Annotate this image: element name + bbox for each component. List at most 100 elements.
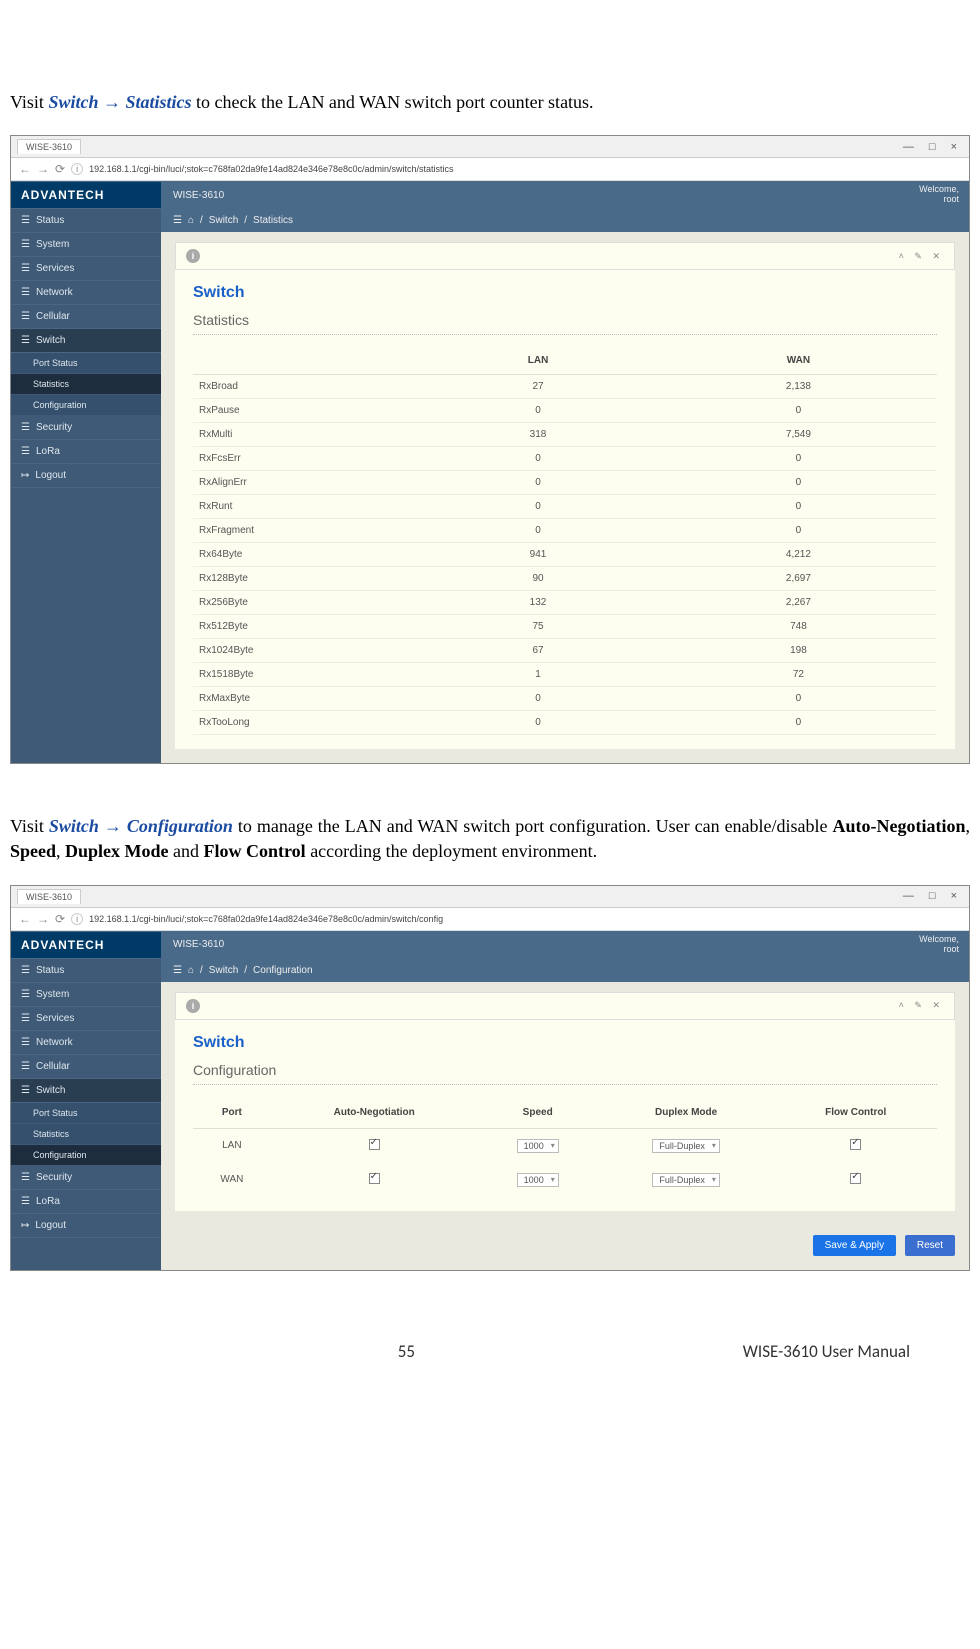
menu-icon: ☰ xyxy=(21,1061,30,1072)
sidebar-item-status[interactable]: ☰Status xyxy=(11,959,161,983)
sidebar-item-status[interactable]: ☰Status xyxy=(11,209,161,233)
reload-icon[interactable]: ⟳ xyxy=(55,162,65,176)
menu-icon: ☰ xyxy=(21,263,30,274)
flow-control-checkbox[interactable] xyxy=(850,1139,861,1150)
info-icon: i xyxy=(186,999,200,1013)
panel-configuration: Switch Configuration Port Auto-Negotiati… xyxy=(175,1020,955,1211)
menu-icon: ☰ xyxy=(21,1085,30,1096)
flow-control-checkbox[interactable] xyxy=(850,1173,861,1184)
sidebar-item-system[interactable]: ☰System xyxy=(11,983,161,1007)
configuration-table: Port Auto-Negotiation Speed Duplex Mode … xyxy=(193,1097,937,1197)
sidebar-sub-statistics[interactable]: Statistics xyxy=(11,374,161,395)
device-name: WISE-3610 xyxy=(161,190,236,201)
auto-neg-checkbox[interactable] xyxy=(369,1173,380,1184)
page-footer: 55 WISE-3610 User Manual xyxy=(10,1281,970,1362)
sidebar-sub-port-status[interactable]: Port Status xyxy=(11,353,161,374)
sidebar-item-system[interactable]: ☰System xyxy=(11,233,161,257)
sidebar-item-switch[interactable]: ☰Switch xyxy=(11,329,161,353)
duplex-select[interactable]: Full-Duplex xyxy=(652,1173,720,1187)
panel-title: Switch xyxy=(193,1034,937,1052)
menu-icon: ☰ xyxy=(21,287,30,298)
sidebar-item-network[interactable]: ☰Network xyxy=(11,281,161,305)
sidebar-item-security[interactable]: ☰Security xyxy=(11,416,161,440)
panel-controls[interactable]: ˄ ✎ ✕ xyxy=(899,1000,944,1011)
speed-select[interactable]: 1000 xyxy=(517,1139,559,1153)
sidebar-item-network[interactable]: ☰Network xyxy=(11,1031,161,1055)
intro-paragraph-2: Visit Switch → Configuration to manage t… xyxy=(10,814,970,864)
address-bar: ← → ⟳ i 192.168.1.1/cgi-bin/luci/;stok=c… xyxy=(11,908,969,931)
welcome-text: Welcome,root xyxy=(909,185,969,205)
browser-tab-bar: WISE-3610 — □ × xyxy=(11,886,969,908)
sidebar-item-lora[interactable]: ☰LoRa xyxy=(11,440,161,464)
table-row: RxRunt00 xyxy=(193,495,937,519)
table-row: Rx512Byte75748 xyxy=(193,615,937,639)
url-field[interactable]: 192.168.1.1/cgi-bin/luci/;stok=c768fa02d… xyxy=(89,164,961,174)
menu-icon[interactable]: ☰ xyxy=(173,215,182,226)
menu-icon[interactable]: ☰ xyxy=(173,965,182,976)
browser-tab[interactable]: WISE-3610 xyxy=(17,139,81,154)
save-apply-button[interactable]: Save & Apply xyxy=(813,1235,896,1256)
home-icon[interactable]: ⌂ xyxy=(188,215,194,226)
reset-button[interactable]: Reset xyxy=(905,1235,955,1256)
panel-title: Switch xyxy=(193,284,937,302)
browser-tab-bar: WISE-3610 — □ × xyxy=(11,136,969,158)
auto-neg-checkbox[interactable] xyxy=(369,1139,380,1150)
table-row: RxAlignErr00 xyxy=(193,471,937,495)
table-row: Rx1518Byte172 xyxy=(193,663,937,687)
sidebar-item-services[interactable]: ☰Services xyxy=(11,1007,161,1031)
table-row: Rx256Byte1322,267 xyxy=(193,591,937,615)
button-row: Save & Apply Reset xyxy=(161,1225,969,1270)
table-row: RxFragment00 xyxy=(193,519,937,543)
sidebar-item-cellular[interactable]: ☰Cellular xyxy=(11,305,161,329)
welcome-text: Welcome,root xyxy=(909,935,969,955)
info-bar: i ˄ ✎ ✕ xyxy=(175,992,955,1020)
back-icon[interactable]: ← xyxy=(19,162,31,176)
home-icon[interactable]: ⌂ xyxy=(188,965,194,976)
sidebar-item-logout[interactable]: ↦Logout xyxy=(11,1214,161,1238)
menu-icon: ☰ xyxy=(21,1037,30,1048)
sidebar: ☰Status ☰System ☰Services ☰Network ☰Cell… xyxy=(11,209,161,763)
manual-title: WISE-3610 User Manual xyxy=(743,1341,910,1362)
breadcrumb: ☰ ⌂ / Switch / Configuration xyxy=(161,959,969,982)
url-field[interactable]: 192.168.1.1/cgi-bin/luci/;stok=c768fa02d… xyxy=(89,914,961,924)
window-controls[interactable]: — □ × xyxy=(903,890,963,902)
window-controls[interactable]: — □ × xyxy=(903,141,963,153)
intro-paragraph-1: Visit Switch → Statistics to check the L… xyxy=(10,90,970,115)
sidebar-sub-port-status[interactable]: Port Status xyxy=(11,1103,161,1124)
table-row: RxFcsErr00 xyxy=(193,447,937,471)
table-row: LAN1000Full-Duplex xyxy=(193,1128,937,1163)
reload-icon[interactable]: ⟳ xyxy=(55,912,65,926)
speed-select[interactable]: 1000 xyxy=(517,1173,559,1187)
sidebar-item-lora[interactable]: ☰LoRa xyxy=(11,1190,161,1214)
table-row: RxBroad272,138 xyxy=(193,375,937,399)
panel-controls[interactable]: ˄ ✎ ✕ xyxy=(899,251,944,262)
app-header: ADVANTECH WISE-3610 Welcome,root xyxy=(11,931,969,959)
sidebar-sub-statistics[interactable]: Statistics xyxy=(11,1124,161,1145)
forward-icon[interactable]: → xyxy=(37,912,49,926)
menu-icon: ☰ xyxy=(21,1172,30,1183)
menu-icon: ☰ xyxy=(21,965,30,976)
table-row: Rx1024Byte67198 xyxy=(193,639,937,663)
sidebar-sub-configuration[interactable]: Configuration xyxy=(11,395,161,416)
sidebar-item-logout[interactable]: ↦Logout xyxy=(11,464,161,488)
logout-icon: ↦ xyxy=(21,1220,29,1231)
table-row: Rx128Byte902,697 xyxy=(193,567,937,591)
menu-icon: ☰ xyxy=(21,215,30,226)
sidebar-item-switch[interactable]: ☰Switch xyxy=(11,1079,161,1103)
table-row: WAN1000Full-Duplex xyxy=(193,1163,937,1197)
browser-tab[interactable]: WISE-3610 xyxy=(17,889,81,904)
sidebar-item-services[interactable]: ☰Services xyxy=(11,257,161,281)
menu-icon: ☰ xyxy=(21,989,30,1000)
duplex-select[interactable]: Full-Duplex xyxy=(652,1139,720,1153)
forward-icon[interactable]: → xyxy=(37,162,49,176)
screenshot-configuration: WISE-3610 — □ × ← → ⟳ i 192.168.1.1/cgi-… xyxy=(10,885,970,1271)
info-icon[interactable]: i xyxy=(71,913,83,925)
brand-logo: ADVANTECH xyxy=(11,182,161,208)
panel-subtitle: Configuration xyxy=(193,1062,937,1085)
info-icon[interactable]: i xyxy=(71,163,83,175)
sidebar-item-security[interactable]: ☰Security xyxy=(11,1166,161,1190)
menu-icon: ☰ xyxy=(21,1196,30,1207)
back-icon[interactable]: ← xyxy=(19,912,31,926)
sidebar-sub-configuration[interactable]: Configuration xyxy=(11,1145,161,1166)
sidebar-item-cellular[interactable]: ☰Cellular xyxy=(11,1055,161,1079)
